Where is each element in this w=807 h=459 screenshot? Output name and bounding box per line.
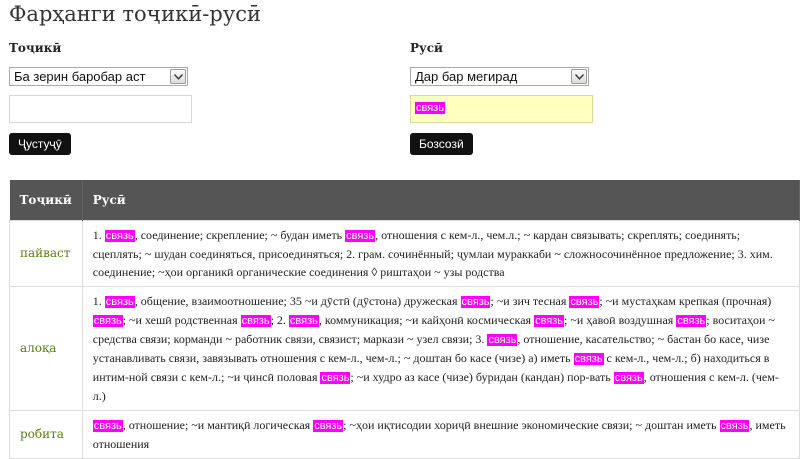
russian-translation: 1. связь, общение, взаимоотношение; 35 ~… bbox=[81, 285, 801, 411]
translation-text: ; ~и хешӣ родственная bbox=[122, 312, 241, 327]
translation-text: 1. bbox=[92, 293, 105, 308]
results-table: Тоҷикӣ Русӣ пайваст 1. связь, соединение;… bbox=[9, 180, 801, 459]
russian-mode-value: Дар бар мегирад bbox=[415, 69, 518, 84]
chevron-down-icon bbox=[571, 69, 587, 84]
highlight-match: связь bbox=[569, 295, 600, 308]
column-header-russian: Русӣ bbox=[82, 180, 801, 220]
table-header-row: Тоҷикӣ Русӣ bbox=[9, 180, 801, 220]
tajik-mode-value: Ба зерин баробар аст bbox=[14, 69, 146, 84]
highlight-match: связь bbox=[345, 229, 376, 242]
translation-text: ; ~ҳои иқтисодии хориҷӣ внешние экономич… bbox=[343, 417, 720, 432]
highlight-match: связь bbox=[240, 314, 271, 327]
translation-text: , общение, взаимоотношение; 35 ~и дӯстӣ … bbox=[134, 293, 461, 308]
russian-mode-select[interactable]: Дар бар мегирад bbox=[410, 67, 589, 86]
translation-text: , соединение; скрепление; ~ будан иметь bbox=[134, 227, 346, 242]
search-button[interactable]: Ҷустуҷӯ bbox=[9, 133, 71, 155]
russian-translation: 1. связь, соединение; скрепление; ~ буда… bbox=[81, 219, 801, 287]
translation-text: ; ~и ҳавоӣ воздушная bbox=[564, 312, 677, 327]
translation-text: , отношение; ~и мантиқӣ логическая bbox=[122, 417, 314, 432]
highlight-match: связь bbox=[313, 419, 344, 432]
translation-text: 1. bbox=[92, 227, 105, 242]
russian-translation: связь, отношение; ~и мантиқӣ логическая … bbox=[81, 409, 801, 459]
page-title: Фарҳанги тоҷикӣ-русӣ bbox=[9, 2, 261, 26]
translation-text: ; ~и мустаҳкам крепкая (прочная) bbox=[599, 293, 772, 308]
table-row: алоқа 1. связь, общение, взаимоотношение;… bbox=[9, 285, 801, 411]
tajik-label: Тоҷикӣ bbox=[9, 41, 62, 55]
chevron-down-icon bbox=[170, 69, 186, 84]
tajik-search-input[interactable] bbox=[9, 95, 192, 123]
highlight-match: связь bbox=[104, 295, 135, 308]
russian-search-input[interactable]: связь bbox=[410, 95, 593, 123]
russian-search-value: связь bbox=[415, 102, 445, 114]
tajik-mode-select[interactable]: Ба зерин баробар аст bbox=[9, 67, 188, 86]
highlight-match: связь bbox=[573, 352, 604, 365]
tajik-word[interactable]: алоқа bbox=[9, 285, 83, 411]
highlight-match: связь bbox=[613, 371, 644, 384]
highlight-match: связь bbox=[460, 295, 491, 308]
highlight-match: связь bbox=[676, 314, 707, 327]
highlight-match: связь bbox=[104, 229, 135, 242]
highlight-match: связь bbox=[92, 419, 123, 432]
reset-button[interactable]: Бозсозӣ bbox=[410, 133, 473, 155]
tajik-word[interactable]: робита bbox=[9, 409, 83, 459]
russian-label: Русӣ bbox=[410, 41, 443, 55]
translation-text: ; ~и худро аз касе (чизе) буридан (канда… bbox=[350, 369, 614, 384]
highlight-match: связь bbox=[487, 333, 518, 346]
table-row: пайваст 1. связь, соединение; скрепление;… bbox=[9, 219, 801, 287]
highlight-match: связь bbox=[719, 419, 750, 432]
highlight-match: связь bbox=[92, 314, 123, 327]
highlight-match: связь bbox=[534, 314, 565, 327]
highlight-match: связь bbox=[288, 314, 319, 327]
translation-text: , коммуникация; ~и кайҳонӣ космическая bbox=[318, 312, 535, 327]
highlight-match: связь bbox=[320, 371, 351, 384]
translation-text: ; 2. bbox=[270, 312, 289, 327]
tajik-word[interactable]: пайваст bbox=[9, 219, 83, 287]
column-header-tajik: Тоҷикӣ bbox=[9, 180, 83, 220]
table-row: робита связь, отношение; ~и мантиқӣ логич… bbox=[9, 409, 801, 459]
translation-text: ; ~и зич тесная bbox=[490, 293, 570, 308]
